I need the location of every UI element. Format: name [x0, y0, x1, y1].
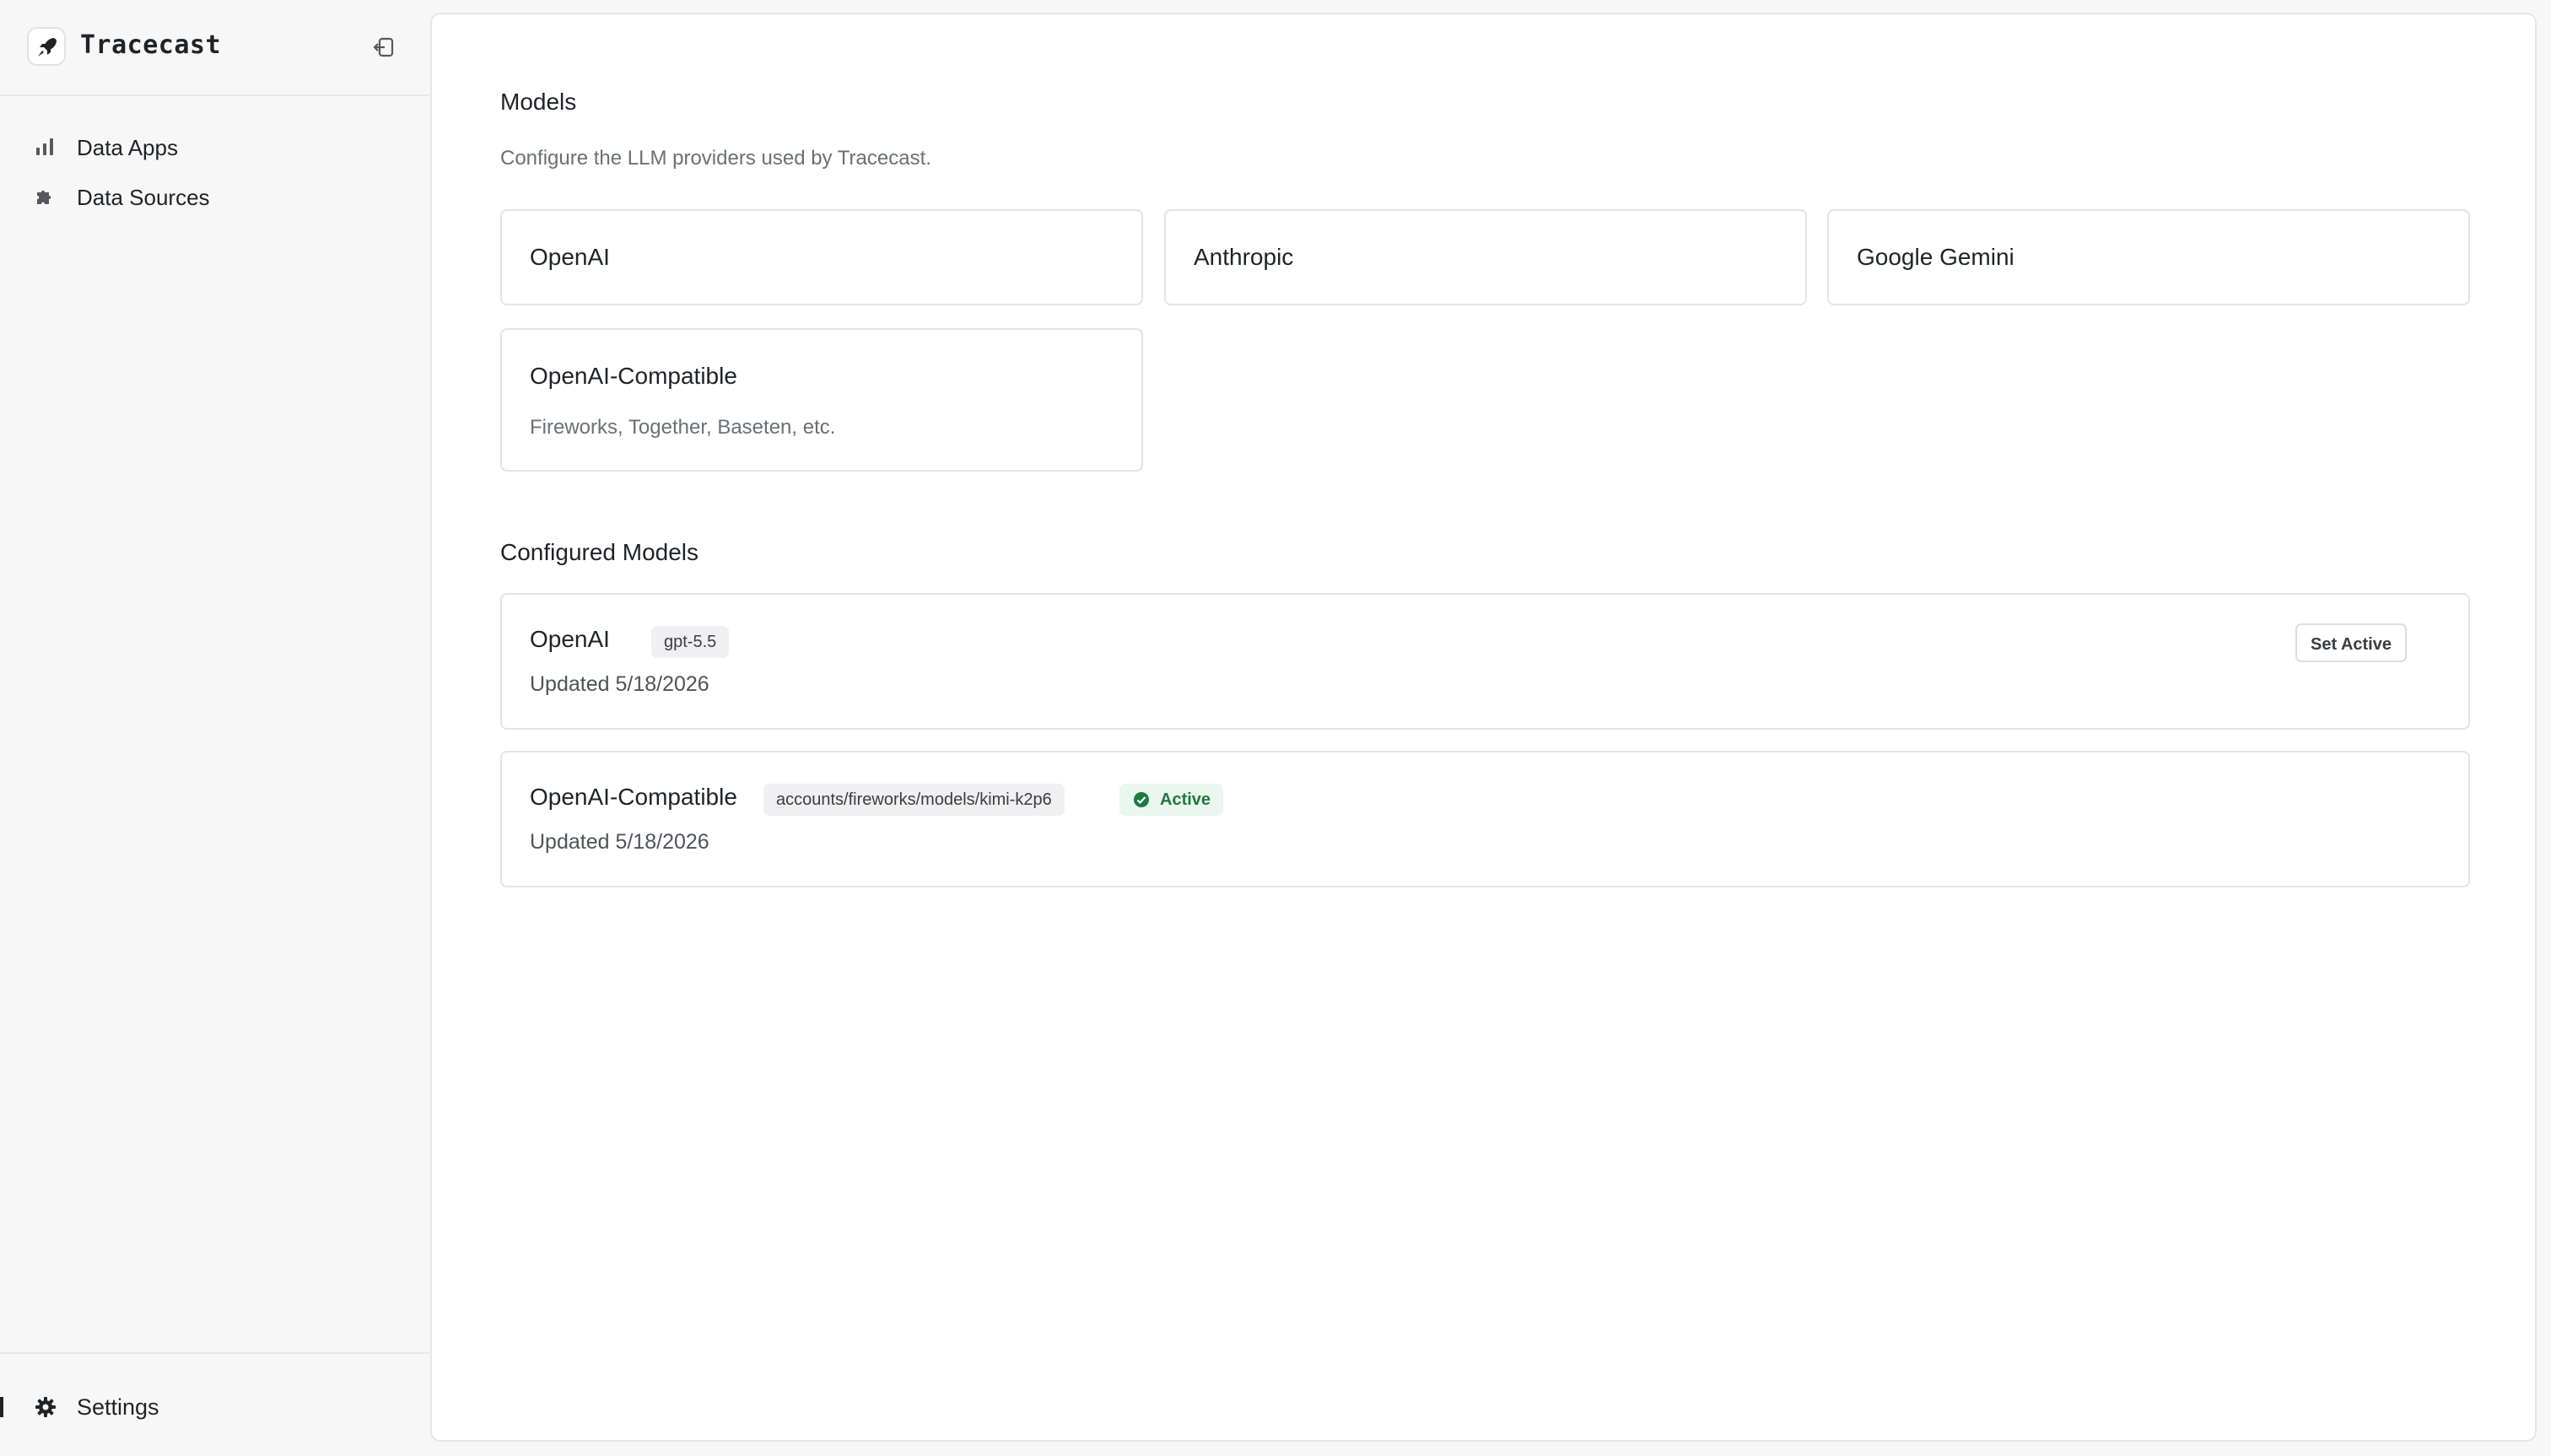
- provider-name: OpenAI-Compatible: [530, 363, 737, 389]
- sidebar-item-label: Settings: [77, 1394, 159, 1420]
- provider-card-google-gemini[interactable]: Google Gemini: [1827, 209, 2470, 305]
- configured-provider-name: OpenAI: [530, 626, 610, 652]
- gear-icon: [34, 1395, 57, 1419]
- sidebar-item-settings[interactable]: Settings: [20, 1384, 408, 1428]
- model-id-badge: gpt-5.5: [651, 626, 730, 658]
- model-id-badge: accounts/fireworks/models/kimi-k2p6: [763, 784, 1065, 816]
- sidebar-item-label: Data Sources: [77, 185, 210, 210]
- active-status-label: Active: [1160, 790, 1211, 809]
- provider-card-openai[interactable]: OpenAI: [500, 209, 1143, 305]
- active-indicator: [0, 1397, 3, 1417]
- bar-chart-icon: [34, 136, 56, 158]
- configured-model-row: OpenAI-Compatible accounts/fireworks/mod…: [500, 751, 2470, 887]
- sidebar-item-label: Data Apps: [77, 135, 178, 160]
- sidebar: Tracecast Data Apps Data Sources Setting…: [0, 0, 429, 1454]
- sidebar-footer: Settings: [0, 1352, 429, 1456]
- sidebar-item-data-sources[interactable]: Data Sources: [20, 174, 408, 218]
- provider-name: OpenAI: [530, 244, 610, 270]
- main-panel: Models Configure the LLM providers used …: [430, 13, 2537, 1442]
- provider-name: Anthropic: [1194, 244, 1294, 270]
- sidebar-item-data-apps[interactable]: Data Apps: [20, 124, 408, 168]
- configured-provider-name: OpenAI-Compatible: [530, 784, 737, 810]
- provider-name: Google Gemini: [1857, 244, 2014, 270]
- provider-description: Fireworks, Together, Baseten, etc.: [530, 416, 836, 439]
- configured-model-row: OpenAI gpt-5.5 Updated 5/18/2026 Set Act…: [500, 593, 2470, 730]
- brand-header: Tracecast: [0, 0, 429, 96]
- page-subtitle: Configure the LLM providers used by Trac…: [500, 147, 931, 170]
- active-status-badge: Active: [1119, 784, 1224, 816]
- sidebar-collapse-icon[interactable]: [368, 31, 400, 63]
- rocket-logo-icon[interactable]: [27, 27, 66, 66]
- set-active-button[interactable]: Set Active: [2295, 623, 2407, 662]
- configured-models-title: Configured Models: [500, 539, 699, 565]
- puzzle-icon: [34, 186, 56, 208]
- provider-card-openai-compatible[interactable]: OpenAI-Compatible Fireworks, Together, B…: [500, 328, 1143, 472]
- check-circle-icon: [1134, 792, 1149, 807]
- updated-date: Updated 5/18/2026: [530, 830, 709, 854]
- page-title: Models: [500, 89, 577, 115]
- provider-card-anthropic[interactable]: Anthropic: [1164, 209, 1807, 305]
- updated-date: Updated 5/18/2026: [530, 672, 709, 696]
- app-name: Tracecast: [80, 30, 222, 60]
